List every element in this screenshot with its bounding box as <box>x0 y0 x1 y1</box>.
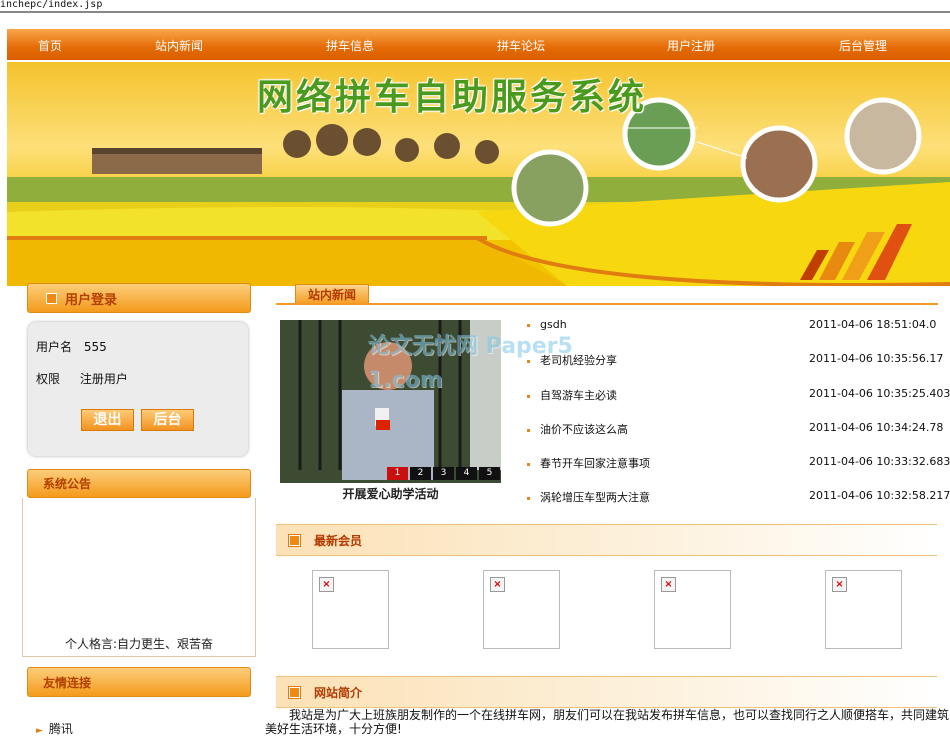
username-row: 用户名 555 <box>36 338 107 355</box>
link-item[interactable]: ► 腾讯 <box>36 720 73 737</box>
login-header: 用户登录 <box>27 283 251 313</box>
logout-button[interactable]: 退出 <box>81 409 134 431</box>
photo-caption[interactable]: 开展爱心助学活动 <box>280 485 501 502</box>
tab-underline <box>276 303 938 305</box>
news-title: 自驾游车主必读 <box>540 389 617 402</box>
links-header-label: 友情连接 <box>43 675 92 690</box>
notice-text: 个人格言:自力更生、艰苦奋 <box>65 637 214 651</box>
role-label: 权限 <box>36 372 61 386</box>
news-date: 2011-04-06 10:33:32.683 <box>809 455 950 468</box>
photo-page-2[interactable]: 2 <box>410 467 431 480</box>
about-text: 我站是为广大上班族朋友制作的一个在线拼车网，朋友们可以在我站发布拼车信息，也可以… <box>265 708 950 736</box>
members-header-label: 最新会员 <box>314 533 363 548</box>
news-title: 油价不应该这么高 <box>540 423 628 436</box>
broken-image-icon: × <box>661 577 676 592</box>
bullet-icon <box>527 428 530 432</box>
bullet-icon <box>288 533 301 547</box>
about-text-line1: 我站是为广大上班族朋友制作的一个在线拼车网，朋友们可以在我站发布拼车信息，也可以… <box>289 708 950 722</box>
nav-carpool-info[interactable]: 拼车信息 <box>326 37 374 54</box>
banner: 网络拼车自助服务系统 <box>7 62 950 286</box>
news-item[interactable]: 涡轮增压车型两大注意 <box>527 489 650 505</box>
broken-image-icon: × <box>319 577 334 592</box>
top-nav: 首页 站内新闻 拼车信息 拼车论坛 用户注册 后台管理 <box>7 29 950 60</box>
photo-page-5[interactable]: 5 <box>479 467 500 480</box>
news-title: gsdh <box>540 318 567 331</box>
photo-page-1[interactable]: 1 <box>387 467 408 480</box>
news-date: 2011-04-06 10:34:24.78 <box>809 421 944 434</box>
banner-title: 网络拼车自助服务系统 <box>257 76 648 118</box>
links-header: 友情连接 <box>27 667 251 697</box>
bullet-icon <box>527 496 530 500</box>
address-bar: inchepc/index.jsp <box>0 0 950 13</box>
notice-panel: 个人格言:自力更生、艰苦奋 <box>22 498 256 657</box>
nav-carpool-forum[interactable]: 拼车论坛 <box>497 37 545 54</box>
link-item-label: 腾讯 <box>48 722 73 736</box>
news-date: 2011-04-06 10:32:58.217 <box>809 489 950 502</box>
about-header: 网站简介 <box>276 676 937 708</box>
bullet-icon <box>527 359 530 363</box>
news-title: 涡轮增压车型两大注意 <box>540 491 650 504</box>
nav-register[interactable]: 用户注册 <box>667 37 715 54</box>
bullet-icon <box>527 394 530 398</box>
member-avatar[interactable]: × <box>483 570 560 649</box>
about-text-line2: 美好生活环境，十分方便! <box>265 722 402 736</box>
news-title: 春节开车回家注意事项 <box>540 457 650 470</box>
login-panel: 用户名 555 权限 注册用户 退出 后台 <box>28 322 248 456</box>
news-photo[interactable]: 1 2 3 4 5 <box>280 320 501 483</box>
news-item[interactable]: 油价不应该这么高 <box>527 421 628 437</box>
photo-pager: 1 2 3 4 5 <box>387 467 500 480</box>
admin-button[interactable]: 后台 <box>141 409 194 431</box>
news-item[interactable]: 老司机经验分享 <box>527 352 617 368</box>
nav-admin[interactable]: 后台管理 <box>839 37 887 54</box>
bullet-icon <box>527 323 530 327</box>
broken-image-icon: × <box>832 577 847 592</box>
bullet-icon <box>288 685 301 699</box>
role-value: 注册用户 <box>79 372 128 386</box>
bullet-icon <box>527 462 530 466</box>
broken-image-icon: × <box>490 577 505 592</box>
member-avatar[interactable]: × <box>825 570 902 649</box>
news-title: 老司机经验分享 <box>540 354 617 367</box>
about-header-label: 网站简介 <box>314 685 363 700</box>
members-header: 最新会员 <box>276 524 937 556</box>
news-date: 2011-04-06 10:35:25.403 <box>809 387 950 400</box>
username-value: 555 <box>83 340 107 354</box>
news-photo-image <box>280 320 501 483</box>
role-row: 权限 注册用户 <box>36 370 128 387</box>
news-date: 2011-04-06 18:51:04.0 <box>809 318 937 331</box>
news-date: 2011-04-06 10:35:56.17 <box>809 352 944 365</box>
news-item[interactable]: 春节开车回家注意事项 <box>527 455 650 471</box>
nav-site-news[interactable]: 站内新闻 <box>155 37 203 54</box>
photo-page-4[interactable]: 4 <box>456 467 477 480</box>
member-avatar[interactable]: × <box>312 570 389 649</box>
news-item[interactable]: gsdh <box>527 318 567 331</box>
member-avatar[interactable]: × <box>654 570 731 649</box>
login-header-label: 用户登录 <box>65 292 118 308</box>
notice-header-label: 系统公告 <box>43 477 92 491</box>
notice-header: 系统公告 <box>27 469 251 498</box>
news-item[interactable]: 自驾游车主必读 <box>527 387 617 403</box>
photo-page-3[interactable]: 3 <box>433 467 454 480</box>
username-label: 用户名 <box>36 340 73 354</box>
bullet-icon <box>46 292 57 304</box>
tab-site-news[interactable]: 站内新闻 <box>295 284 369 305</box>
nav-home[interactable]: 首页 <box>38 37 62 54</box>
